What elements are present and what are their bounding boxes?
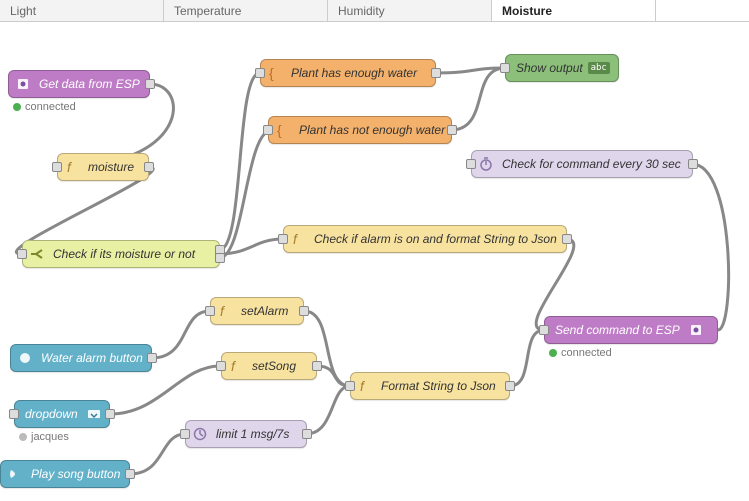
svg-text:f: f <box>231 358 237 374</box>
node-get-data-from-esp[interactable]: Get data from ESP connected <box>8 70 150 98</box>
node-label: Check if alarm is on and format String t… <box>314 232 557 246</box>
output-port[interactable] <box>145 79 155 89</box>
node-label: moisture <box>88 160 134 174</box>
output-port[interactable] <box>447 125 457 135</box>
node-plant-not-enough-water[interactable]: { Plant has not enough water <box>268 116 452 144</box>
node-send-command-to-esp[interactable]: Send command to ESP connected <box>544 316 718 344</box>
button-icon <box>5 464 25 484</box>
output-port[interactable] <box>505 381 515 391</box>
node-label: Plant has enough water <box>291 66 417 80</box>
output-port[interactable] <box>312 361 322 371</box>
output-port[interactable] <box>431 68 441 78</box>
tab-humidity[interactable]: Humidity <box>328 0 492 21</box>
template-icon: { <box>273 120 293 140</box>
node-format-string-to-json[interactable]: f Format String to Json <box>350 372 510 400</box>
node-label: Check if its moisture or not <box>53 247 195 261</box>
input-port[interactable] <box>180 429 190 439</box>
status-text: connected <box>561 347 612 359</box>
input-port[interactable] <box>255 68 265 78</box>
svg-text:f: f <box>67 159 73 175</box>
node-label: dropdown <box>25 407 78 421</box>
node-label: setAlarm <box>241 304 288 318</box>
svg-text:{: { <box>277 122 282 138</box>
node-label: limit 1 msg/7s <box>216 427 289 441</box>
node-label: Play song button <box>31 467 120 481</box>
node-water-alarm-button[interactable]: Water alarm button <box>10 344 152 372</box>
button-icon <box>15 348 35 368</box>
tab-moisture[interactable]: Moisture <box>492 0 656 21</box>
output-port[interactable] <box>299 306 309 316</box>
output-port[interactable] <box>688 159 698 169</box>
node-check-alarm-format-json[interactable]: f Check if alarm is on and format String… <box>283 225 567 253</box>
status-dot-icon <box>549 349 557 357</box>
output-port[interactable] <box>105 409 115 419</box>
input-port[interactable] <box>9 409 19 419</box>
status-text: connected <box>25 101 76 113</box>
switch-icon <box>27 244 47 264</box>
node-check-moisture[interactable]: Check if its moisture or not <box>22 240 220 268</box>
input-port[interactable] <box>205 306 215 316</box>
input-port[interactable] <box>539 325 549 335</box>
svg-text:{: { <box>269 65 274 81</box>
node-label: Format String to Json <box>381 379 496 393</box>
svg-text:f: f <box>360 378 366 394</box>
tab-add[interactable] <box>656 0 749 21</box>
output-port[interactable] <box>144 162 154 172</box>
node-set-song[interactable]: f setSong <box>221 352 317 380</box>
function-icon: f <box>226 356 246 376</box>
chip-icon <box>13 74 33 94</box>
timer-icon <box>190 424 210 444</box>
node-dropdown[interactable]: dropdown jacques <box>14 400 110 428</box>
status-dot-icon <box>13 103 21 111</box>
input-port[interactable] <box>263 125 273 135</box>
function-icon: f <box>215 301 235 321</box>
tab-light[interactable]: Light <box>0 0 164 21</box>
node-limit-1-msg-7s[interactable]: limit 1 msg/7s <box>185 420 307 448</box>
template-icon: { <box>265 63 285 83</box>
node-check-command-30s[interactable]: Check for command every 30 sec <box>471 150 693 178</box>
node-label: Get data from ESP <box>39 77 140 91</box>
function-icon: f <box>355 376 375 396</box>
node-label: Check for command every 30 sec <box>502 157 681 171</box>
output-port[interactable] <box>125 469 135 479</box>
output-port[interactable] <box>147 353 157 363</box>
node-status: jacques <box>19 431 69 443</box>
function-icon: f <box>62 157 82 177</box>
output-port[interactable] <box>302 429 312 439</box>
flow-tabs: Light Temperature Humidity Moisture <box>0 0 749 22</box>
node-status: connected <box>549 347 612 359</box>
debug-icon: abc <box>589 58 609 78</box>
node-moisture[interactable]: f moisture <box>57 153 149 181</box>
timer-icon <box>476 154 496 174</box>
flow-canvas[interactable]: Get data from ESP connected f moisture C… <box>0 22 749 501</box>
dropdown-icon <box>84 404 104 424</box>
input-port[interactable] <box>500 63 510 73</box>
node-label: Plant has not enough water <box>299 123 445 137</box>
tab-temperature[interactable]: Temperature <box>164 0 328 21</box>
chip-icon <box>686 320 706 340</box>
node-label: setSong <box>252 359 296 373</box>
input-port[interactable] <box>216 361 226 371</box>
output-port[interactable] <box>562 234 572 244</box>
status-dot-icon <box>19 433 27 441</box>
node-set-alarm[interactable]: f setAlarm <box>210 297 304 325</box>
node-show-output[interactable]: Show output abc <box>505 54 619 82</box>
status-text: jacques <box>31 431 69 443</box>
svg-text:f: f <box>293 231 299 247</box>
node-label: Send command to ESP <box>555 323 680 337</box>
input-port[interactable] <box>52 162 62 172</box>
input-port[interactable] <box>345 381 355 391</box>
node-play-song-button[interactable]: Play song button <box>0 460 130 488</box>
abc-badge: abc <box>588 62 610 74</box>
output-port-2[interactable] <box>215 253 225 263</box>
node-plant-enough-water[interactable]: { Plant has enough water <box>260 59 436 87</box>
node-status: connected <box>13 101 76 113</box>
svg-text:f: f <box>220 303 226 319</box>
input-port[interactable] <box>278 234 288 244</box>
function-icon: f <box>288 229 308 249</box>
node-label: Show output <box>516 61 583 75</box>
node-label: Water alarm button <box>41 351 143 365</box>
input-port[interactable] <box>466 159 476 169</box>
input-port[interactable] <box>17 249 27 259</box>
